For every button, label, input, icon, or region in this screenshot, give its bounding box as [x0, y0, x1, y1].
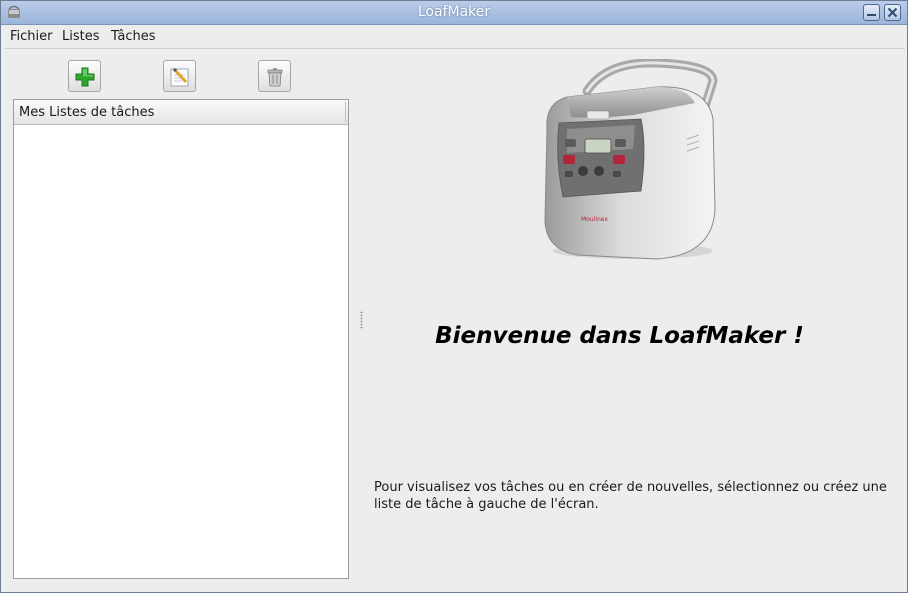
- splitter-handle[interactable]: [360, 311, 363, 329]
- menu-bar: Fichier Listes Tâches: [1, 25, 907, 47]
- menu-fichier[interactable]: Fichier: [10, 29, 53, 44]
- window-title: LoafMaker: [417, 4, 491, 20]
- plus-icon: [75, 67, 95, 87]
- menu-listes[interactable]: Listes: [62, 29, 100, 44]
- add-list-button[interactable]: [68, 60, 101, 92]
- task-lists-panel[interactable]: Mes Listes de tâches: [13, 99, 349, 579]
- minimize-button[interactable]: [863, 4, 880, 21]
- task-lists-header[interactable]: Mes Listes de tâches: [14, 100, 348, 125]
- trash-icon: [267, 68, 283, 87]
- edit-list-button[interactable]: [163, 60, 196, 92]
- bread-machine-image: Moulinex: [544, 59, 718, 260]
- minimize-icon: [867, 14, 876, 16]
- svg-text:Moulinex: Moulinex: [581, 216, 608, 223]
- close-icon: [887, 7, 898, 18]
- menu-taches[interactable]: Tâches: [111, 29, 156, 44]
- task-lists-header-label: Mes Listes de tâches: [19, 105, 155, 120]
- welcome-description: Pour visualisez vos tâches ou en créer d…: [374, 480, 887, 512]
- edit-note-icon: [170, 67, 189, 87]
- close-button[interactable]: [884, 4, 901, 21]
- app-window: LoafMaker Fichier Listes Tâches Mes List…: [0, 0, 908, 593]
- welcome-heading: Bienvenue dans LoafMaker !: [435, 323, 804, 349]
- menu-separator: [5, 48, 905, 49]
- column-separator: [345, 102, 346, 122]
- delete-list-button[interactable]: [258, 60, 291, 92]
- title-bar[interactable]: LoafMaker: [1, 1, 907, 25]
